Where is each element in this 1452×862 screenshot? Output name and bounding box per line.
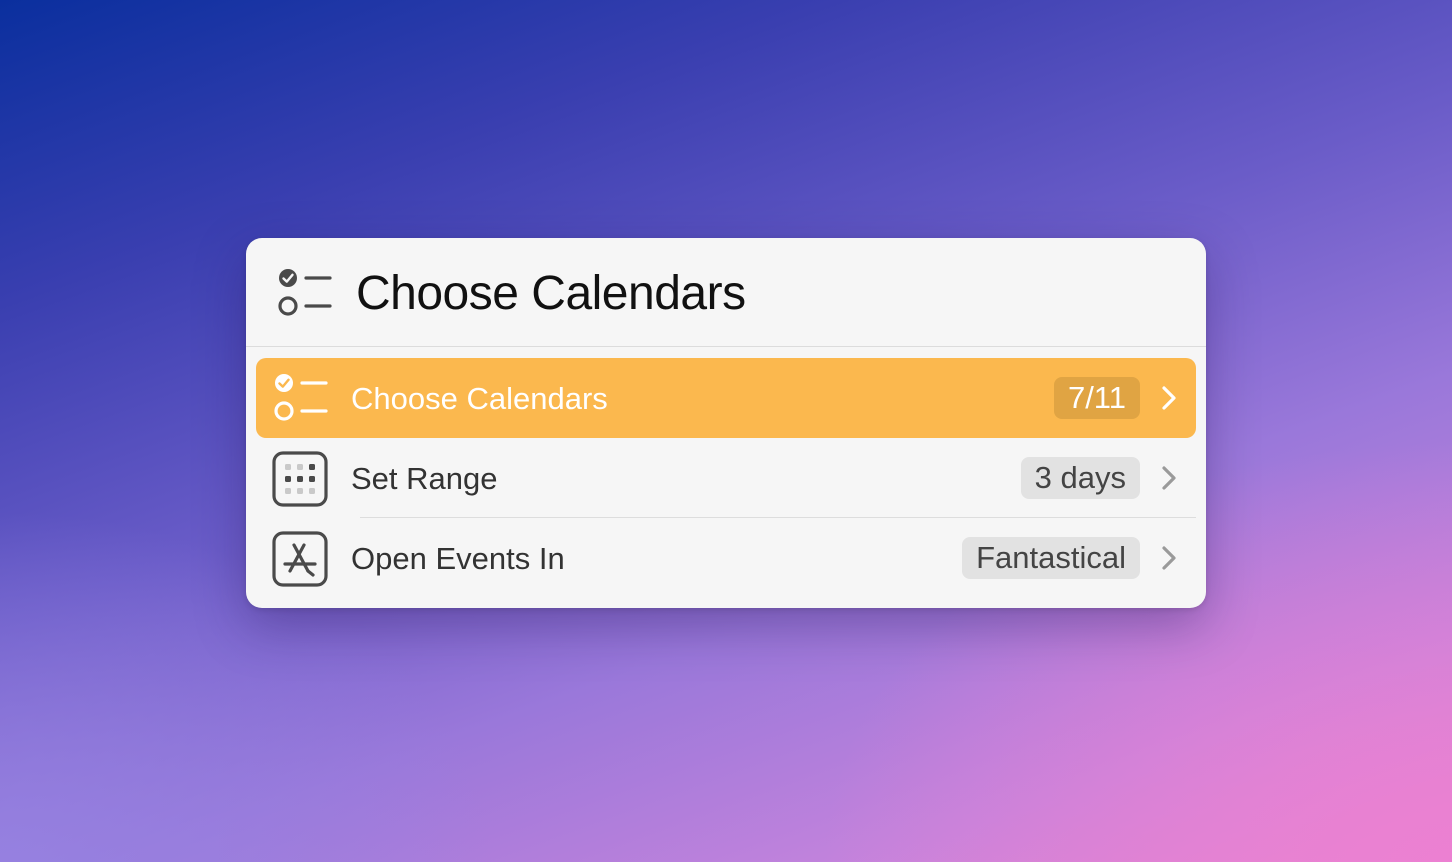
list-item-label: Open Events In — [351, 541, 565, 576]
page-title: Choose Calendars — [356, 267, 746, 320]
value-badge: 3 days — [1020, 457, 1140, 499]
chevron-right-icon — [1162, 546, 1176, 570]
chevron-right-icon — [1162, 466, 1176, 490]
list-item-set-range[interactable]: Set Range 3 days — [256, 438, 1196, 518]
list-item-choose-calendars[interactable]: Choose Calendars 7/11 — [256, 358, 1196, 438]
checklist-icon — [274, 374, 328, 421]
list-item-open-events-in[interactable]: Open Events In Fantastical — [256, 518, 1196, 598]
checklist-icon — [278, 269, 332, 316]
app-store-icon — [272, 531, 328, 587]
command-panel: Choose Calendars Choose Calendars 7/11 S… — [246, 238, 1206, 608]
chevron-right-icon — [1162, 386, 1176, 410]
value-badge: Fantastical — [962, 537, 1140, 579]
calendar-grid-icon — [272, 451, 328, 507]
value-badge: 7/11 — [1053, 377, 1140, 419]
list-item-label: Set Range — [351, 461, 498, 496]
list-item-label: Choose Calendars — [351, 381, 608, 416]
panel-header: Choose Calendars — [246, 238, 1206, 347]
